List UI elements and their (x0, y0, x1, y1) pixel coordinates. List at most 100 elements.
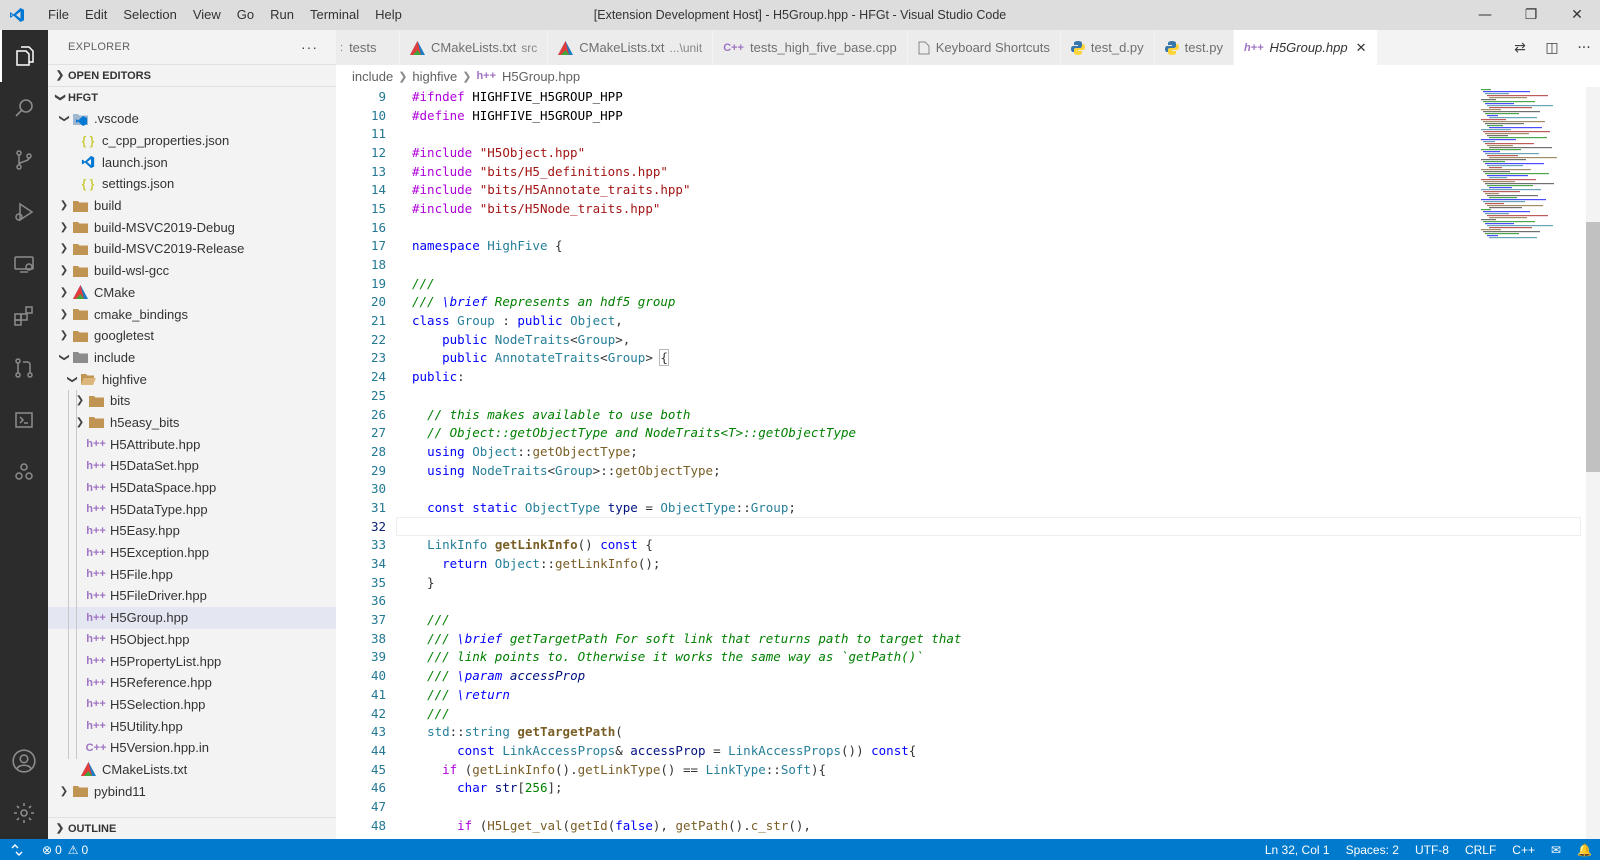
tree-item[interactable]: h++ H5Attribute.hpp (48, 433, 336, 455)
code-line: 30 (336, 479, 1581, 498)
editor-tab[interactable]: Keyboard Shortcuts (907, 30, 1061, 65)
code-line: 45 if (getLinkInfo().getLinkType() == Li… (336, 760, 1581, 779)
editor-tab[interactable]: test_d.py (1060, 30, 1155, 65)
problems-indicator[interactable]: ⊗ 0 ⚠ 0 (34, 843, 96, 857)
tree-item[interactable]: ❯ include (48, 347, 336, 369)
minimize-button[interactable]: — (1462, 0, 1508, 30)
line-number: 19 (370, 275, 386, 291)
tree-item[interactable]: ❯ h5easy_bits (48, 411, 336, 434)
tree-item[interactable]: ❯ build-MSVC2019-Release (48, 238, 336, 260)
tree-item[interactable]: h++ H5Object.hpp (48, 628, 336, 651)
restore-button[interactable]: ❐ (1508, 0, 1554, 30)
tree-item[interactable]: h++ H5Utility.hpp (48, 715, 336, 737)
remote-indicator-icon[interactable] (0, 839, 34, 860)
tree-item[interactable]: h++ H5PropertyList.hpp (48, 650, 336, 672)
tree-item[interactable]: ❯ build (48, 195, 336, 217)
extensions-icon[interactable] (0, 290, 48, 342)
split-editor-icon[interactable]: ◫ (1536, 40, 1568, 56)
close-window-button[interactable]: ✕ (1554, 0, 1600, 30)
remote-explorer-icon[interactable] (0, 238, 48, 290)
tree-item[interactable]: CMakeLists.txt (48, 759, 336, 781)
tree-item[interactable]: C++ H5Version.hpp.in (48, 736, 336, 759)
code-line: 40 /// \param accessProp (336, 666, 1581, 685)
menu-view[interactable]: View (185, 0, 229, 30)
hpp-file-icon: h++ (86, 633, 106, 646)
tree-item[interactable]: h++ H5Reference.hpp (48, 671, 336, 694)
tree-item[interactable]: h++ H5DataType.hpp (48, 498, 336, 521)
live-share-icon[interactable] (0, 446, 48, 498)
minimap[interactable] (1481, 87, 1581, 257)
menu-selection[interactable]: Selection (115, 0, 184, 30)
editor-tab[interactable]: : tests (336, 30, 400, 65)
close-tab-icon[interactable]: ✕ (1356, 40, 1367, 56)
tree-item[interactable]: h++ H5DataSpace.hpp (48, 476, 336, 499)
tree-item[interactable]: { } c_cpp_properties.json (48, 130, 336, 152)
tree-item[interactable]: ❯ bits (48, 389, 336, 412)
breadcrumb-item[interactable]: H5Group.hpp (502, 69, 580, 84)
tree-item[interactable]: h++ H5DataSet.hpp (48, 455, 336, 477)
menu-terminal[interactable]: Terminal (302, 0, 367, 30)
tree-item[interactable]: h++ H5Group.hpp (48, 606, 336, 629)
feedback-icon[interactable]: ✉ (1543, 843, 1569, 857)
menu-file[interactable]: File (40, 0, 77, 30)
code-editor[interactable]: 9 #ifndef HIGHFIVE_H5GROUP_HPP 10 #define H… (336, 87, 1581, 839)
notifications-bell-icon[interactable]: 🔔 (1569, 843, 1600, 857)
hpp-file-icon: h++ (86, 720, 106, 733)
code-text: // Object::getObjectType and NodeTraits<… (427, 425, 857, 441)
scrollbar-thumb[interactable] (1586, 222, 1600, 472)
vertical-scrollbar[interactable] (1586, 87, 1600, 839)
hpp-file-icon: h++ (86, 589, 106, 602)
folder-icon (72, 263, 88, 279)
open-changes-icon[interactable]: ⇄ (1504, 40, 1536, 56)
end-of-line[interactable]: CRLF (1457, 843, 1504, 857)
editor-tab[interactable]: CMakeLists.txt ...\unit (548, 30, 714, 65)
tree-item[interactable]: launch.json (48, 151, 336, 173)
tree-item[interactable]: h++ H5Easy.hpp (48, 520, 336, 542)
open-editors-section[interactable]: ❯ OPEN EDITORS (48, 64, 336, 86)
line-number: 18 (370, 257, 386, 273)
code-line: 13 #include "bits/H5_definitions.hpp" (336, 162, 1581, 181)
explorer-icon[interactable] (0, 30, 48, 82)
tree-item[interactable]: ❯ .vscode (48, 108, 336, 130)
tree-item[interactable]: ❯ googletest (48, 325, 336, 347)
terminal-icon[interactable] (0, 394, 48, 446)
tree-item[interactable]: h++ H5FileDriver.hpp (48, 585, 336, 607)
tree-item[interactable]: ❯ pybind11 (48, 780, 336, 802)
tree-item[interactable]: ❯ CMake (48, 282, 336, 304)
more-actions-icon[interactable]: ··· (1568, 40, 1600, 56)
tree-item[interactable]: h++ H5File.hpp (48, 563, 336, 586)
pull-requests-icon[interactable] (0, 342, 48, 394)
outline-section[interactable]: ❯ OUTLINE (48, 817, 336, 839)
workspace-section[interactable]: ❯ HFGT (48, 86, 336, 108)
cursor-position[interactable]: Ln 32, Col 1 (1257, 843, 1338, 857)
menu-run[interactable]: Run (262, 0, 302, 30)
language-mode[interactable]: C++ (1504, 843, 1543, 857)
editor-tab[interactable]: h++ H5Group.hpp ✕ (1233, 30, 1378, 65)
editor-tab[interactable]: test.py (1154, 30, 1234, 65)
more-actions-icon[interactable]: ··· (301, 39, 318, 55)
tree-item[interactable]: h++ H5Exception.hpp (48, 541, 336, 564)
menu-help[interactable]: Help (367, 0, 410, 30)
run-debug-icon[interactable] (0, 186, 48, 238)
editor-tab[interactable]: C++ tests_high_five_base.cpp (713, 30, 908, 65)
chevron-right-icon: ❯ (59, 330, 69, 342)
tree-item[interactable]: ❯ cmake_bindings (48, 303, 336, 325)
tree-item[interactable]: ❯ highfive (48, 368, 336, 390)
encoding[interactable]: UTF-8 (1407, 843, 1457, 857)
editor-tab[interactable]: CMakeLists.txt src (400, 30, 549, 65)
accounts-icon[interactable] (0, 735, 48, 787)
manage-gear-icon[interactable] (0, 787, 48, 839)
breadcrumb-item[interactable]: include (352, 69, 393, 84)
tree-item[interactable]: ❯ build-MSVC2019-Debug (48, 216, 336, 238)
code-text: #define HIGHFIVE_H5GROUP_HPP (412, 107, 623, 123)
indentation[interactable]: Spaces: 2 (1338, 843, 1407, 857)
tree-item[interactable]: { } settings.json (48, 173, 336, 195)
breadcrumb-item[interactable]: highfive (412, 69, 457, 84)
search-icon[interactable] (0, 82, 48, 134)
source-control-icon[interactable] (0, 134, 48, 186)
tree-item[interactable]: h++ H5Selection.hpp (48, 693, 336, 716)
tree-item[interactable]: ❯ build-wsl-gcc (48, 260, 336, 282)
menu-edit[interactable]: Edit (77, 0, 115, 30)
menu-go[interactable]: Go (229, 0, 262, 30)
code-line: 19 /// (336, 274, 1581, 293)
